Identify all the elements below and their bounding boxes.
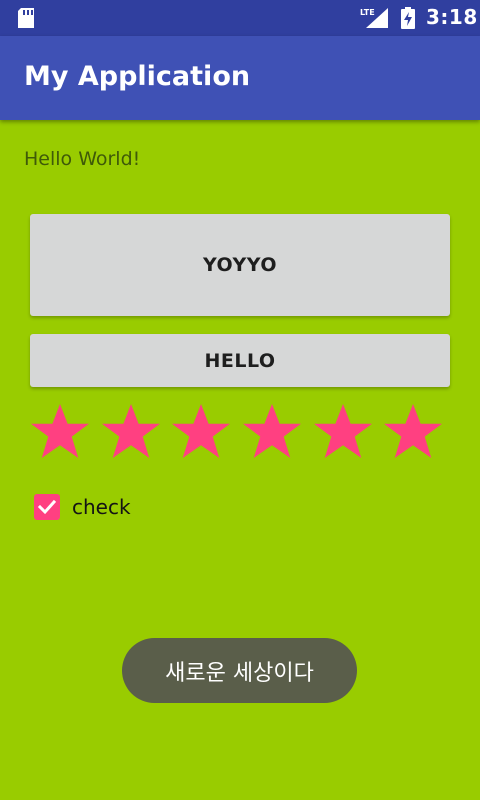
app-bar: My Application [0,36,480,120]
toast-message: 새로운 세상이다 [122,638,357,703]
battery-charging-icon [400,6,416,30]
app-title: My Application [24,61,251,92]
lte-signal-icon: LTE [360,6,390,30]
checkbox-checked-icon[interactable] [34,494,60,520]
rating-bar[interactable] [29,402,453,464]
check-checkbox[interactable]: check [34,492,131,522]
svg-text:LTE: LTE [360,8,375,17]
main-content: Hello World! YOYYO HELLO check 새로운 세상이다 [0,120,480,800]
sd-card-icon [16,7,36,29]
star-icon[interactable] [312,402,383,464]
star-icon[interactable] [382,402,453,464]
star-icon[interactable] [100,402,171,464]
hello-text: Hello World! [24,148,141,170]
star-icon[interactable] [170,402,241,464]
hello-button[interactable]: HELLO [30,334,450,387]
status-clock: 3:18 [426,5,478,29]
checkbox-label: check [72,495,131,519]
yoyyo-button[interactable]: YOYYO [30,214,450,316]
star-icon[interactable] [29,402,100,464]
star-icon[interactable] [241,402,312,464]
status-bar: LTE 3:18 [0,0,480,36]
